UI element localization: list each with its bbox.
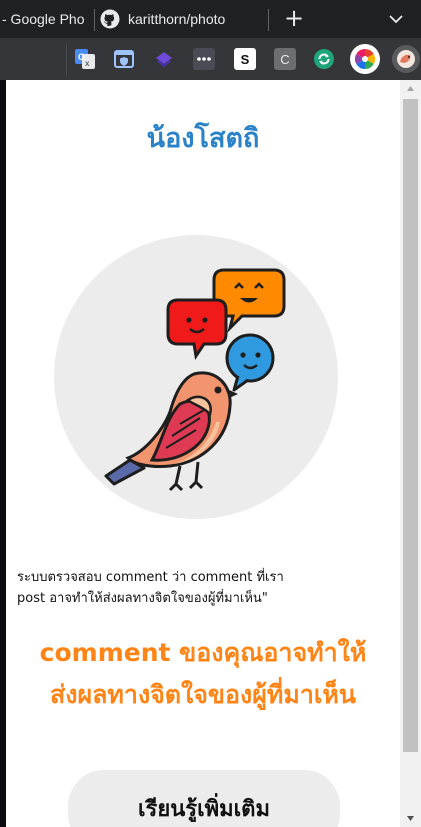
tab-divider xyxy=(268,9,269,31)
s-extension-icon[interactable]: S xyxy=(234,48,256,70)
warning-message: comment ของคุณอาจทำให้ ส่งผลทางจิตใจของผ… xyxy=(6,632,400,716)
plus-icon: + xyxy=(283,4,305,32)
learn-more-button[interactable]: เรียนรู้เพิ่มเติม xyxy=(68,770,340,827)
tab-github[interactable]: karitthorn/photo xyxy=(100,0,265,38)
chevron-down-icon[interactable] xyxy=(386,9,406,29)
tab-label: - Google Pho xyxy=(2,11,85,27)
github-icon xyxy=(100,9,120,29)
popup-scrollbar[interactable] xyxy=(400,80,421,827)
c-extension-icon[interactable]: C xyxy=(274,48,296,70)
description-text: ระบบตรวจสอบ comment ว่า comment ที่เรา p… xyxy=(17,567,337,609)
scroll-down-arrow-icon[interactable] xyxy=(400,810,421,827)
bird-extension-icon[interactable] xyxy=(392,45,420,73)
bird-icon xyxy=(104,371,238,492)
shield-extension-icon[interactable] xyxy=(113,48,135,70)
tab-google-photos[interactable]: - Google Pho xyxy=(0,0,96,38)
svg-text:G: G xyxy=(78,52,85,62)
tab-strip: - Google Pho karitthorn/photo + xyxy=(0,0,421,38)
scrollbar-thumb[interactable] xyxy=(403,99,418,752)
google-translate-icon[interactable]: G x xyxy=(74,48,96,70)
tab-divider xyxy=(94,9,95,31)
red-speech-bubble-icon xyxy=(166,298,228,360)
extensions-toolbar: G x S C xyxy=(0,38,421,80)
dots-extension-icon[interactable] xyxy=(193,48,215,70)
toolbar-divider xyxy=(66,44,67,76)
green-refresh-icon[interactable] xyxy=(313,48,335,70)
warning-line: ส่งผลทางจิตใจของผู้ที่มาเห็น xyxy=(50,680,356,709)
purple-layers-icon[interactable] xyxy=(153,48,175,70)
description-line: post อาจทำให้ส่งผลทางจิตใจของผู้ที่มาเห็… xyxy=(17,591,268,606)
color-wheel-icon[interactable] xyxy=(350,44,380,74)
svg-text:x: x xyxy=(85,59,90,68)
blue-speech-bubble-icon xyxy=(225,333,275,392)
tab-label: karitthorn/photo xyxy=(128,11,226,27)
new-tab-button[interactable]: + xyxy=(282,6,306,30)
scroll-up-arrow-icon[interactable] xyxy=(400,80,421,97)
extension-popup: น้องโสตถิ ระบบตรวจสอบ comment ว่า commen… xyxy=(6,80,400,827)
page-title: น้องโสตถิ xyxy=(146,123,260,154)
bird-with-speech-bubbles-illustration xyxy=(104,268,286,492)
warning-line: comment ของคุณอาจทำให้ xyxy=(39,638,367,667)
description-line: ระบบตรวจสอบ comment ว่า comment ที่เรา xyxy=(17,570,284,585)
